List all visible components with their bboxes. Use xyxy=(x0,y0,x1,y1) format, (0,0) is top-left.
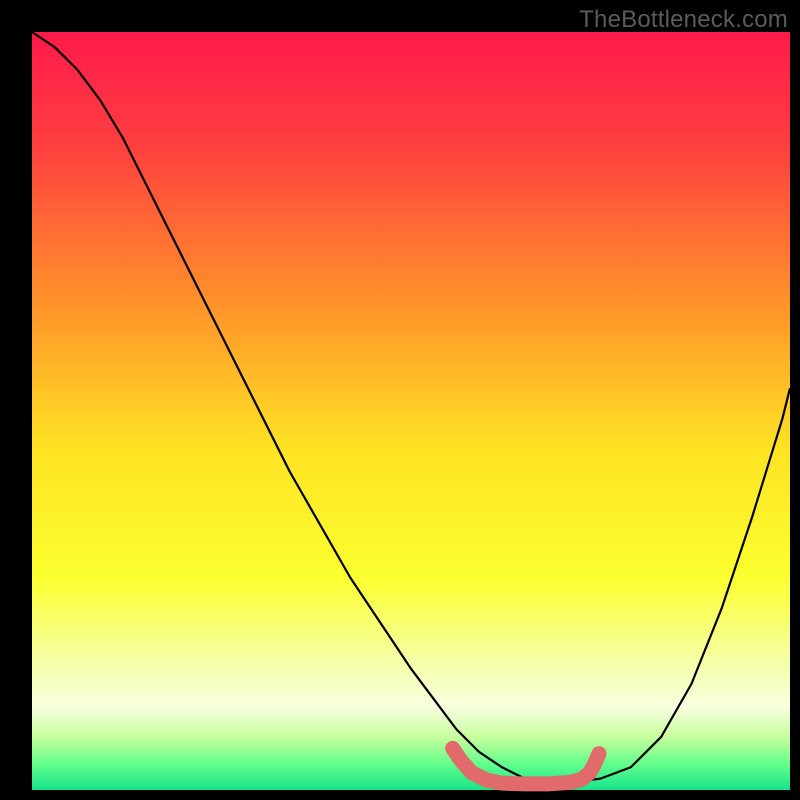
bottleneck-chart xyxy=(0,0,800,800)
watermark-text: TheBottleneck.com xyxy=(579,6,788,34)
chart-stage: TheBottleneck.com xyxy=(0,0,800,800)
gradient-background xyxy=(32,32,790,790)
